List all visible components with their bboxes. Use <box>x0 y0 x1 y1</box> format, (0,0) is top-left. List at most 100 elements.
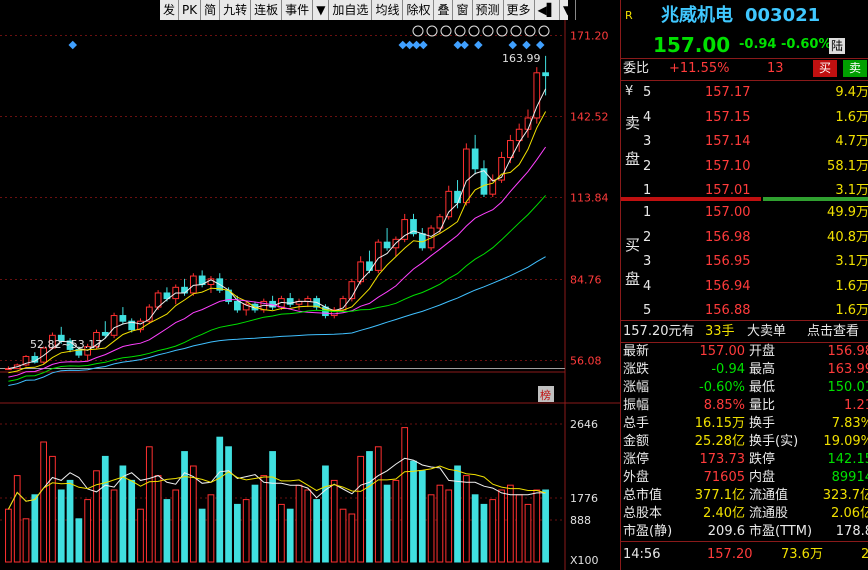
stat-value-2: 323.7亿 <box>822 488 868 503</box>
volume: 3.1万 <box>835 254 868 269</box>
toolbar-item-7[interactable]: 加自选 <box>329 0 373 20</box>
candle-body <box>101 331 109 336</box>
volume-bar <box>401 427 409 563</box>
volume-bar <box>110 489 118 563</box>
stat-row: 金额 25.28亿换手(实) 19.09% <box>621 433 868 451</box>
stat-label-2: 换手 <box>749 416 776 431</box>
stat-value: 377.1亿 <box>694 488 745 503</box>
big-trade-price: 157.20元有 <box>623 324 695 339</box>
asks-row[interactable]: 2 157.10 58.1万 <box>621 156 868 178</box>
stat-label: 涨跌 <box>623 362 650 377</box>
buy-button[interactable]: 买 <box>813 60 837 77</box>
stat-row: 涨停 173.73跌停 142.15 <box>621 451 868 469</box>
volume: 49.9万 <box>827 205 868 220</box>
toolbar-item-11[interactable]: 窗 <box>453 0 473 20</box>
volume-tick-label: 2646 <box>570 418 598 431</box>
current-price: 157.00 <box>653 33 731 57</box>
volume-bar <box>524 503 532 563</box>
toolbar-item-14[interactable]: ◀▌ <box>535 0 560 20</box>
volume-bar <box>436 484 444 563</box>
price-tick-label: 142.52 <box>570 111 609 124</box>
stat-row: 总市值 377.1亿 流通值 323.7亿 <box>621 487 868 505</box>
toolbar-item-1[interactable]: PK <box>179 0 202 20</box>
candle-body <box>462 148 470 204</box>
big-trade-type: 大卖单 <box>747 324 787 339</box>
toolbar-item-5[interactable]: 事件 <box>282 0 314 20</box>
ma-line <box>8 256 546 386</box>
volume-bar <box>234 503 241 563</box>
toolbar-item-0[interactable]: 发 <box>160 0 180 20</box>
candle-body <box>471 148 479 170</box>
bids-row[interactable]: 5 156.88 1.6万 <box>621 300 868 322</box>
stat-value-2: 2.06亿 <box>831 506 868 521</box>
stat-value: 2.40亿 <box>703 506 745 521</box>
stat-value: 8.85% <box>703 398 745 413</box>
price: 157.10 <box>705 158 751 174</box>
eye-outline-icon[interactable] <box>426 25 438 37</box>
price-tick-label: 84.76 <box>570 274 602 287</box>
hand-icon[interactable] <box>440 25 452 37</box>
zoom-in-icon[interactable] <box>524 25 536 37</box>
signal-marker <box>419 40 428 50</box>
volume-bar <box>507 484 514 563</box>
download-icon[interactable] <box>510 25 522 37</box>
stat-row: 振幅 8.85% 量比 1.21 <box>621 397 868 415</box>
zoom-out-icon[interactable] <box>538 25 550 37</box>
toolbar-item-3[interactable]: 九转 <box>220 0 252 20</box>
big-trade-link[interactable]: 点击查看 <box>807 321 859 343</box>
toolbar-item-10[interactable]: 叠 <box>434 0 454 20</box>
stock-code: 003021 <box>745 5 821 26</box>
volume: 58.1万 <box>827 158 868 174</box>
play-icon[interactable] <box>454 25 466 37</box>
candle-body <box>181 286 188 294</box>
eye-icon[interactable] <box>412 25 424 37</box>
toolbar-item-2[interactable]: 简 <box>201 0 221 20</box>
stat-row: 外盘 71605 内盘 89914 <box>621 469 868 487</box>
stat-label: 总市值 <box>623 488 663 503</box>
stat-value-2: 150.01 <box>827 380 868 395</box>
sell-button[interactable]: 卖 <box>843 60 867 77</box>
toolbar-item-13[interactable]: 更多 <box>504 0 535 20</box>
scissors-icon[interactable] <box>482 25 494 37</box>
volume-bar <box>454 465 461 563</box>
scissors-icon[interactable] <box>496 25 508 37</box>
volume-bar <box>154 475 162 563</box>
volume-bar <box>313 499 320 563</box>
bids-row[interactable]: 2 156.98 40.8万 <box>621 227 868 249</box>
volume-bar <box>216 436 224 563</box>
volume-bar <box>22 518 30 563</box>
toolbar-item-8[interactable]: 均线 <box>372 0 404 20</box>
toolbar-item-6[interactable]: ▼ <box>313 0 330 20</box>
asks-row[interactable]: 4 157.15 1.6万 <box>621 107 868 129</box>
toolbar-item-15[interactable]: ▼ <box>560 0 577 20</box>
stat-value-2: 178.8 <box>835 524 868 539</box>
volume-bar <box>13 475 21 563</box>
stat-label: 市盈(静) <box>623 524 673 539</box>
asks-row[interactable]: 3 157.14 4.7万 <box>621 131 868 153</box>
asks-row[interactable]: 5 157.17 9.4万 <box>621 82 868 104</box>
ma-line <box>8 88 547 370</box>
toolbar-item-9[interactable]: 除权 <box>403 0 435 20</box>
clock-icon[interactable] <box>468 25 480 37</box>
tick-extra: 2 <box>861 544 868 566</box>
price: 157.14 <box>705 134 751 149</box>
stat-label-2: 开盘 <box>749 344 776 359</box>
volume-bar <box>163 499 171 563</box>
bids-row[interactable]: 4 156.94 1.6万 <box>621 276 868 298</box>
level: 3 <box>643 254 652 269</box>
toolbar-item-4[interactable]: 连板 <box>251 0 283 20</box>
stat-label: 振幅 <box>623 398 650 413</box>
stock-name: 兆威机电 <box>661 5 733 26</box>
stat-value-2: 7.83% <box>831 416 868 431</box>
volume-bar <box>49 455 56 563</box>
candle-body <box>110 315 118 336</box>
bids-row[interactable]: 3 156.95 3.1万 <box>621 251 868 273</box>
kline-chart[interactable]: 171.20 142.52 113.84 84.76 56.08 163.99 52.82~… <box>0 0 620 570</box>
bids-row[interactable]: 1 157.00 49.9万 <box>621 202 868 224</box>
volume-bar <box>366 451 373 563</box>
bang-text: 榜 <box>540 388 551 402</box>
toolbar-item-12[interactable]: 预测 <box>473 0 504 20</box>
volume-bar <box>181 451 188 563</box>
weibi-value: +11.55% <box>669 61 730 76</box>
volume-bar <box>189 465 197 563</box>
